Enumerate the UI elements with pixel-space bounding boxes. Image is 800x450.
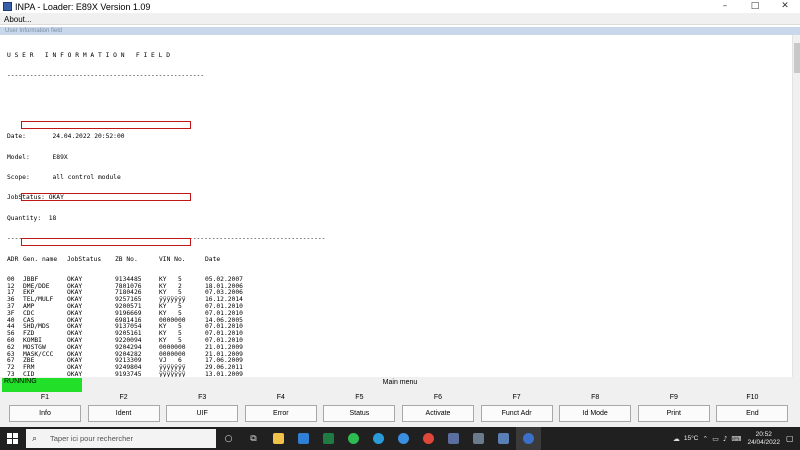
fkey-label: F4 [276, 394, 285, 401]
window-title: INPA - Loader: E89X Version 1.09 [15, 1, 151, 12]
bmw-inpa-taskbar-icon[interactable] [516, 427, 541, 450]
excel-icon[interactable] [316, 427, 341, 450]
report-area[interactable]: U S E R I N F O R M A T I O N F I E L D … [0, 35, 792, 377]
report-heading: U S E R I N F O R M A T I O N F I E L D [7, 51, 171, 59]
fkey-label: F10 [746, 394, 759, 401]
window-controls: – □ ✕ [710, 0, 800, 13]
fkey-f10: F10 End [716, 393, 789, 425]
maximize-button[interactable]: □ [740, 0, 770, 13]
running-status: RUNNING [2, 378, 82, 392]
photos-icon[interactable] [441, 427, 466, 450]
menu-about[interactable]: About... [0, 15, 32, 24]
info-button[interactable]: Info [9, 405, 81, 422]
close-button[interactable]: ✕ [770, 0, 800, 13]
funct-adr-button[interactable]: Funct Adr [480, 405, 553, 422]
notification-icon[interactable]: ▢ [786, 434, 796, 443]
col-name: Gen. name [23, 255, 58, 263]
fkey-f7: F7 Funct Adr [480, 393, 553, 425]
windows-logo-icon [6, 433, 18, 444]
edge-icon[interactable] [366, 427, 391, 450]
main-menu-title: Main menu [382, 379, 418, 386]
fkey-f6: F6 Activate [402, 393, 474, 425]
fkey-label: F1 [40, 394, 50, 401]
menu-bar: About... [0, 13, 800, 25]
highlight-box-zbe [21, 238, 191, 246]
fkey-label: F7 [512, 394, 521, 401]
start-button[interactable] [0, 427, 24, 450]
title-bar: INPA - Loader: E89X Version 1.09 – □ ✕ [0, 0, 800, 13]
tray-chevron-icon[interactable]: ⌃ [702, 435, 708, 443]
app-icon-taskbar-2[interactable] [491, 427, 516, 450]
chrome-icon[interactable] [416, 427, 441, 450]
temperature[interactable]: 15°C [684, 435, 699, 442]
col-vin: VIN No. [159, 255, 186, 263]
app-icon-taskbar-1[interactable] [466, 427, 491, 450]
fkey-f4: F4 Error [244, 393, 317, 425]
file-explorer-icon[interactable] [266, 427, 291, 450]
report-model: Model: E89X [7, 153, 68, 161]
report-quantity: Quantity: 18 [7, 214, 57, 222]
status-bar: Main menu RUNNING [0, 377, 800, 393]
end-button[interactable]: End [716, 405, 789, 422]
fkey-f5: F5 Status [323, 393, 396, 425]
report-rows: 00 JBBF OKAY 9134485 KY 5 05.02.2007 12 DME/DDE… [7, 276, 325, 377]
fkey-f2: F2 Ident [87, 393, 160, 425]
cortana-icon[interactable]: ○ [216, 427, 241, 450]
clock-time: 20:52 [755, 430, 772, 438]
highlight-box-cas [21, 193, 191, 201]
fkey-label: F8 [591, 394, 600, 401]
fkey-label: F3 [198, 394, 207, 401]
clock-date: 24/04/2022 [747, 438, 780, 446]
search-placeholder: Taper ici pour rechercher [50, 434, 133, 443]
col-zb: ZB No. [115, 255, 138, 263]
print-button[interactable]: Print [637, 405, 710, 422]
language-icon[interactable]: ⌨ [731, 435, 741, 443]
uif-button[interactable]: UIF [166, 405, 239, 422]
scrollbar-thumb[interactable] [794, 43, 800, 73]
fkey-label: F6 [433, 394, 443, 401]
function-key-bar: F1 Info F2 Ident F3 UIF F4 Error F5 Status F6 Activ… [0, 393, 800, 427]
activate-button[interactable]: Activate [402, 405, 474, 422]
error-button[interactable]: Error [244, 405, 317, 422]
report-text: U S E R I N F O R M A T I O N F I E L D … [7, 39, 325, 377]
col-adr: ADR [7, 255, 19, 263]
clock[interactable]: 20:52 24/04/2022 [747, 431, 780, 447]
col-status: JobStatus [67, 255, 102, 263]
user-info-caption-text: User Information field [5, 28, 63, 34]
whatsapp-icon[interactable] [341, 427, 366, 450]
task-view-icon[interactable]: ⧉ [241, 427, 266, 450]
fkey-f3: F3 UIF [166, 393, 239, 425]
fkey-f1: F1 Info [9, 393, 81, 425]
app-icon [3, 2, 12, 11]
taskbar-search[interactable]: ⌕ Taper ici pour rechercher [26, 429, 216, 448]
vertical-scrollbar[interactable] [792, 35, 800, 377]
fkey-label: F9 [669, 394, 678, 401]
col-date: Date [205, 255, 221, 263]
status-button[interactable]: Status [323, 405, 396, 422]
report-heading-rule: ----------------------------------------… [7, 71, 205, 79]
report-column-headers: ADR Gen. name JobStatus ZB No. VIN No. D… [7, 255, 325, 264]
network-icon[interactable]: ▭ [712, 435, 719, 443]
highlight-box-dme [21, 121, 191, 129]
report-date: Date: 24.04.2022 20:52:00 [7, 133, 125, 141]
search-icon: ⌕ [32, 433, 38, 444]
minimize-button[interactable]: – [710, 0, 740, 13]
user-info-caption: User Information field [0, 27, 800, 35]
fkey-f8: F8 Id Mode [559, 393, 632, 425]
windows-taskbar: ⌕ Taper ici pour rechercher ○ ⧉ ☁ 15°C ⌃… [0, 427, 800, 450]
fkey-f9: F9 Print [637, 393, 710, 425]
id-mode-button[interactable]: Id Mode [559, 405, 632, 422]
internet-explorer-icon[interactable] [391, 427, 416, 450]
fkey-label: F2 [119, 394, 128, 401]
weather-icon[interactable]: ☁ [673, 435, 680, 443]
report-scope: Scope: all control module [7, 173, 121, 181]
fkey-label: F5 [355, 394, 364, 401]
volume-icon[interactable]: ♪ [723, 435, 727, 443]
ident-button[interactable]: Ident [87, 405, 160, 422]
system-tray: ☁ 15°C ⌃ ▭ ♪ ⌨ 20:52 24/04/2022 ▢ [673, 427, 800, 450]
mail-icon[interactable] [291, 427, 316, 450]
